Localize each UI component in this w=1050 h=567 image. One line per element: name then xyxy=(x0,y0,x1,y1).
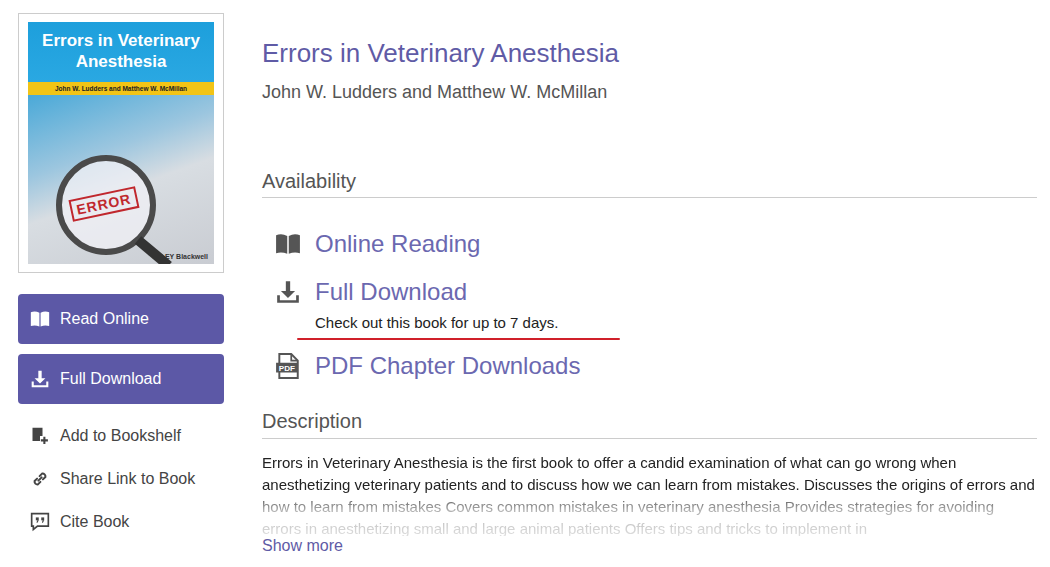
book-details: Errors in Veterinary Anesthesia John W. … xyxy=(262,0,1037,567)
option-link[interactable]: Full Download xyxy=(275,276,1037,308)
cover-art: Errors in Veterinary Anesthesia John W. … xyxy=(28,22,214,264)
book-title: Errors in Veterinary Anesthesia xyxy=(262,36,1037,70)
description-text: Errors in Veterinary Anesthesia is the f… xyxy=(262,452,1037,536)
checkout-note: Check out this book for up to 7 days. xyxy=(315,313,1037,333)
book-icon xyxy=(30,309,50,329)
cover-title: Errors in Veterinary Anesthesia xyxy=(28,22,214,82)
action-list: Read Online Full Download Add to Bookshe… xyxy=(18,294,224,543)
action-button[interactable]: Read Online xyxy=(18,294,224,344)
highlight-underline xyxy=(297,338,620,340)
availability-option: Online Reading xyxy=(275,228,1037,260)
action-link[interactable]: Add to Bookshelf xyxy=(18,414,224,457)
link-icon xyxy=(30,469,50,489)
show-more-link[interactable]: Show more xyxy=(262,536,1037,556)
availability-list: Online Reading Full Download Check out t… xyxy=(262,228,1037,382)
download-icon xyxy=(30,369,50,389)
action-link[interactable]: Share Link to Book xyxy=(18,457,224,500)
option-link[interactable]: PDF PDF Chapter Downloads xyxy=(275,350,1037,382)
availability-option: Full Download Check out this book for up… xyxy=(275,276,1037,340)
book-authors: John W. Ludders and Matthew W. McMillan xyxy=(262,80,1037,104)
bookshelf-add-icon xyxy=(30,426,50,446)
pdf-file-icon: PDF xyxy=(275,353,301,379)
availability-heading: Availability xyxy=(262,168,1037,198)
book-cover[interactable]: Errors in Veterinary Anesthesia John W. … xyxy=(18,13,224,273)
cover-publisher: WILEY Blackwell xyxy=(152,253,208,260)
option-link[interactable]: Online Reading xyxy=(275,228,1037,260)
download-icon xyxy=(275,279,301,305)
action-link[interactable]: Cite Book xyxy=(18,500,224,543)
action-button[interactable]: Full Download xyxy=(18,354,224,404)
sidebar: Errors in Veterinary Anesthesia John W. … xyxy=(18,0,224,567)
svg-text:PDF: PDF xyxy=(279,364,295,373)
book-page: Errors in Veterinary Anesthesia John W. … xyxy=(0,0,1050,567)
cover-photo: ERROR WILEY Blackwell xyxy=(28,95,214,264)
cite-icon xyxy=(30,512,50,532)
availability-option: PDF PDF Chapter Downloads xyxy=(275,350,1037,382)
book-icon xyxy=(275,231,301,257)
cover-authors: John W. Ludders and Matthew W. McMillan xyxy=(28,82,214,95)
description-heading: Description xyxy=(262,408,1037,439)
